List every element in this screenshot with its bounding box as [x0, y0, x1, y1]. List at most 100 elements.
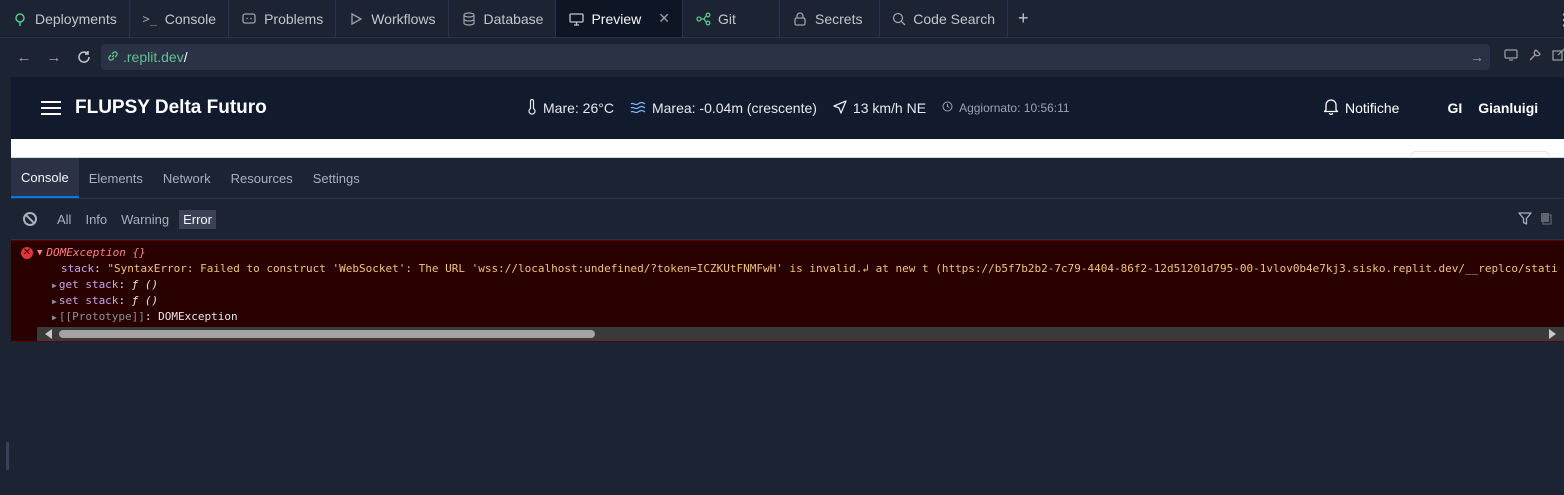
- navigation-icon: [833, 99, 847, 117]
- level-warning[interactable]: Warning: [117, 210, 173, 229]
- tab-elements[interactable]: Elements: [79, 158, 153, 198]
- scroll-left-icon[interactable]: [45, 329, 52, 339]
- preview-page-content: [11, 139, 1564, 159]
- tab-database[interactable]: Database: [449, 0, 557, 37]
- open-new-tab-icon[interactable]: [1552, 48, 1564, 67]
- notifications-label: Notifiche: [1345, 100, 1400, 116]
- tab-label: Git: [718, 10, 736, 27]
- weather-bar: Mare: 26°C Marea: -0.04m (crescente) 13 …: [527, 77, 1070, 139]
- tab-label: Database: [483, 10, 544, 27]
- property-key: get stack: [58, 278, 119, 291]
- filter-icon[interactable]: [1518, 212, 1532, 228]
- tab-problems[interactable]: Problems: [229, 0, 337, 37]
- tab-workflows[interactable]: Workflows: [336, 0, 449, 37]
- property-key: [[Prototype]]: [58, 310, 145, 323]
- avatar[interactable]: GI: [1447, 100, 1462, 116]
- tab-console[interactable]: >_ Console: [130, 0, 230, 37]
- getter-property[interactable]: ▶ get stack: ƒ (): [52, 278, 158, 291]
- lock-icon: [792, 11, 808, 27]
- resize-handle[interactable]: [6, 442, 9, 470]
- error-name: DOMException {}: [46, 246, 146, 259]
- setter-property[interactable]: ▶ set stack: ƒ (): [52, 294, 158, 307]
- back-button[interactable]: ←: [11, 44, 37, 70]
- tab-deployments[interactable]: Deployments: [0, 0, 130, 37]
- expand-arrow-icon: ▶: [52, 297, 57, 306]
- search-icon: [892, 11, 906, 27]
- scroll-right-icon[interactable]: [1549, 329, 1556, 339]
- clock-icon: [942, 101, 953, 115]
- console-icon: >_: [142, 11, 157, 26]
- property-key: stack: [61, 262, 95, 275]
- level-all[interactable]: All: [53, 210, 75, 229]
- waves-icon: [630, 100, 646, 116]
- link-icon: [107, 49, 119, 65]
- bell-icon: [1323, 98, 1339, 118]
- app-header: FLUPSY Delta Futuro Mare: 26°C Marea: -0…: [11, 77, 1564, 139]
- expand-arrow-icon: ▶: [52, 313, 57, 322]
- tab-code-search[interactable]: Code Search: [880, 0, 1008, 37]
- tab-label: Code Search: [913, 10, 995, 27]
- close-icon[interactable]: ✕: [658, 10, 670, 27]
- forward-button[interactable]: →: [41, 44, 67, 70]
- devtools-tabs: Console Elements Network Resources Setti…: [11, 158, 1564, 199]
- tab-console-devtools[interactable]: Console: [11, 158, 79, 198]
- workflows-icon: [348, 11, 364, 27]
- workspace-tabbar: Deployments >_ Console Problems Workflow…: [0, 0, 1564, 38]
- stack-property: stack: "SyntaxError: Failed to construct…: [61, 262, 1558, 275]
- devtools-icon[interactable]: [1528, 48, 1542, 67]
- tab-settings[interactable]: Settings: [303, 158, 370, 198]
- level-info[interactable]: Info: [81, 210, 111, 229]
- last-updated: Aggiornato: 10:56:11: [959, 101, 1070, 115]
- horizontal-scrollbar[interactable]: [37, 327, 1564, 341]
- notifications-button[interactable]: Notifiche: [1323, 98, 1399, 118]
- preview-url-bar: ← → .replit.dev/ →: [11, 40, 1564, 74]
- console-tool-icons: [1518, 212, 1552, 228]
- devices-icon[interactable]: [1504, 48, 1518, 67]
- url-path: /: [183, 49, 188, 65]
- tab-label: Problems: [264, 10, 324, 27]
- tab-label: Deployments: [35, 10, 117, 27]
- clear-console-icon[interactable]: [23, 212, 37, 226]
- sea-temperature: Mare: 26°C: [543, 100, 614, 116]
- thermometer-icon: [527, 98, 537, 118]
- console-filter-bar: All Info Warning Error: [11, 199, 1564, 240]
- preview-icon: [568, 11, 584, 27]
- deployments-icon: [12, 11, 28, 27]
- replit-workspace: Deployments >_ Console Problems Workflow…: [0, 0, 1564, 495]
- tab-label: Preview: [591, 10, 642, 27]
- url-host: .replit.dev: [123, 49, 184, 65]
- scrollbar-thumb[interactable]: [59, 330, 595, 338]
- tab-label: Secrets: [815, 10, 863, 27]
- tab-git[interactable]: Git: [683, 0, 780, 37]
- tab-label: Console: [164, 10, 217, 27]
- console-error-entry: ✕ ▼ DOMException {} stack: "SyntaxError:…: [11, 240, 1564, 342]
- user-name[interactable]: Gianluigi: [1478, 100, 1538, 116]
- expand-arrow-icon: ▶: [52, 281, 57, 290]
- preview-toolbar-icons: [1494, 48, 1564, 67]
- error-header[interactable]: ✕ ▼ DOMException {}: [21, 246, 146, 259]
- property-value: DOMException: [158, 310, 238, 323]
- reload-button[interactable]: [71, 44, 97, 70]
- header-actions: Notifiche GI Gianluigi: [1323, 77, 1538, 139]
- copy-icon[interactable]: [1540, 212, 1552, 228]
- expand-caret-icon[interactable]: ▼: [37, 248, 42, 258]
- tab-network[interactable]: Network: [153, 158, 221, 198]
- tab-resources[interactable]: Resources: [221, 158, 303, 198]
- tide-level: Marea: -0.04m (crescente): [651, 100, 817, 116]
- problems-icon: [241, 11, 257, 27]
- wind-speed: 13 km/h NE: [852, 100, 927, 116]
- level-error[interactable]: Error: [179, 209, 216, 229]
- tab-label: Workflows: [371, 10, 436, 27]
- property-key: set stack: [58, 294, 119, 307]
- more-options-icon[interactable]: ⋮: [1556, 10, 1564, 30]
- property-value: ƒ (): [131, 294, 159, 307]
- menu-icon[interactable]: [41, 101, 61, 115]
- stack-value: "SyntaxError: Failed to construct 'WebSo…: [107, 262, 1558, 275]
- url-input[interactable]: .replit.dev/ →: [101, 44, 1490, 70]
- tab-secrets[interactable]: Secrets: [780, 0, 880, 37]
- tab-preview[interactable]: Preview ✕: [556, 0, 683, 37]
- go-icon[interactable]: →: [1470, 49, 1484, 65]
- reload-icon: [78, 51, 90, 63]
- prototype-property[interactable]: ▶ [[Prototype]]: DOMException: [52, 310, 238, 323]
- add-tab-button[interactable]: +: [1008, 0, 1039, 37]
